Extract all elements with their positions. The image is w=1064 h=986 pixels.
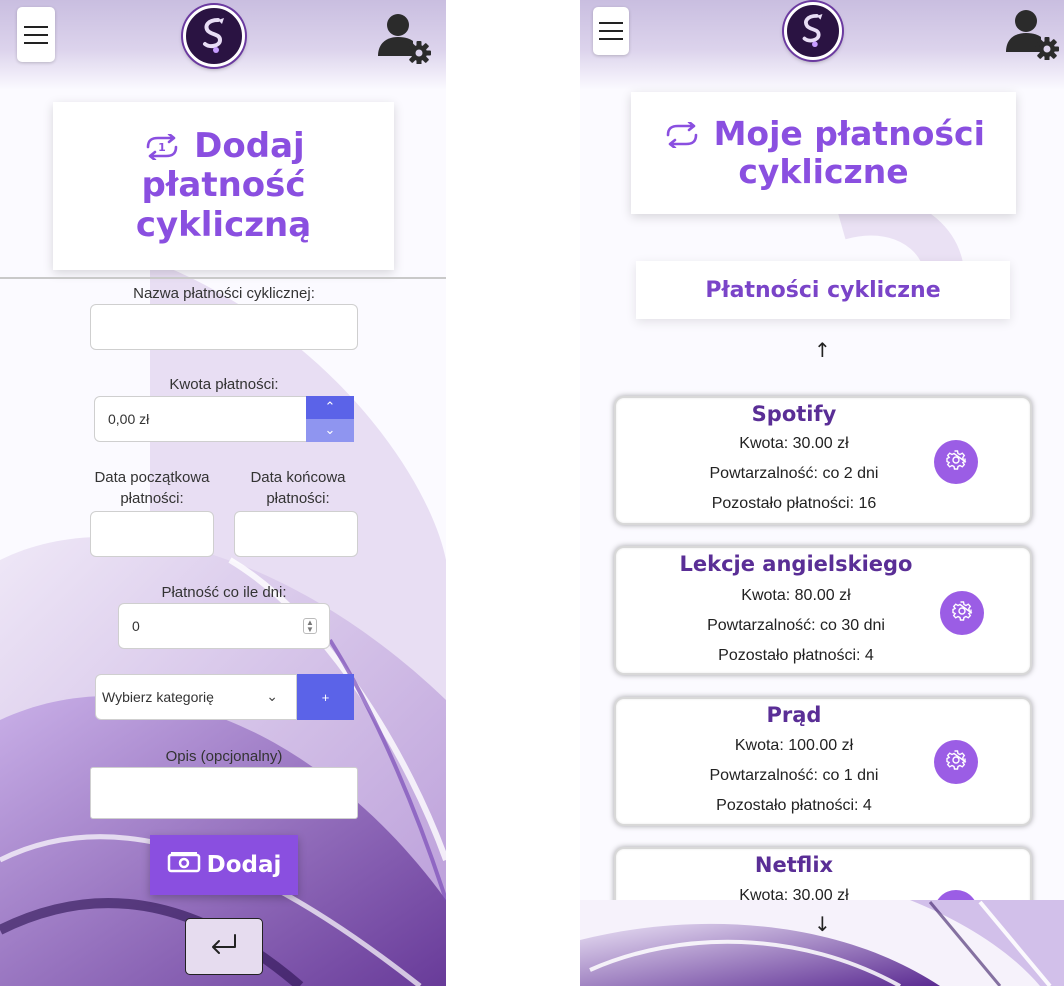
end-date-label: Data końcowa płatności: [250, 469, 346, 507]
add-category-button[interactable]: + [297, 674, 354, 720]
repeat-once-icon: 1 [142, 126, 194, 166]
payments-list-screen: Moje płatności cykliczne Płatności cykli… [580, 0, 1064, 986]
start-date-label: Data początkowa płatności: [94, 469, 210, 507]
page-title: Moje płatności cykliczne [662, 114, 985, 192]
gear-icon [945, 449, 967, 475]
name-label: Nazwa płatności cyklicznej: [133, 285, 315, 302]
category-select[interactable]: Wybierz kategorię ⌄ [95, 674, 297, 720]
start-date-input[interactable] [90, 511, 214, 557]
payment-name: Spotify [751, 402, 837, 426]
interval-input[interactable]: 0 ▲ ▼ [118, 603, 330, 649]
payment-card[interactable]: Prąd Kwota: 100.00 zł Powtarzalność: co … [614, 697, 1032, 826]
description-label: Opis (opcjonalny) [165, 748, 283, 765]
payment-card[interactable]: Lekcje angielskiego Kwota: 80.00 zł Powt… [614, 546, 1032, 675]
payment-settings-button[interactable] [934, 740, 978, 784]
user-settings-icon[interactable] [1004, 4, 1060, 61]
payment-amount: Kwota: 80.00 zł [741, 587, 851, 604]
repeat-icon [662, 114, 714, 153]
return-arrow-icon [207, 933, 241, 961]
payment-name-input[interactable] [90, 304, 358, 350]
payment-settings-button[interactable] [940, 591, 984, 635]
payment-repeat: Powtarzalność: co 2 dni [709, 465, 879, 482]
page-title-card: 1 Dodaj płatność cykliczną [53, 102, 394, 270]
number-spinner-icon[interactable]: ▲ ▼ [303, 618, 317, 634]
payment-repeat: Powtarzalność: co 30 dni [707, 617, 885, 634]
interval-label: Płatność co ile dni: [161, 584, 287, 601]
add-payment-screen: 1 Dodaj płatność cykliczną Nazwa płatnoś… [0, 0, 446, 986]
scroll-up-arrow[interactable]: ↑ [814, 338, 831, 362]
payment-repeat: Powtarzalność: co 1 dni [709, 767, 879, 784]
hamburger-menu-icon[interactable] [17, 7, 55, 62]
submit-button[interactable]: Dodaj [150, 835, 298, 895]
divider [0, 277, 446, 279]
hamburger-menu-icon[interactable] [593, 7, 629, 55]
amount-label: Kwota płatności: [169, 376, 279, 393]
payment-amount: Kwota: 100.00 zł [734, 737, 854, 754]
payment-name: Lekcje angielskiego [679, 552, 913, 576]
dragon-logo-icon[interactable] [183, 5, 245, 67]
section-title: Płatności cykliczne [636, 261, 1010, 319]
payment-name: Prąd [766, 703, 822, 727]
chevron-up-icon: ⌃ [324, 400, 336, 415]
payment-remaining: Pozostało płatności: 4 [716, 797, 872, 814]
payment-remaining: Pozostało płatności: 4 [718, 647, 874, 664]
page-title: 1 Dodaj płatność cykliczną [135, 125, 312, 245]
back-button[interactable] [185, 918, 263, 975]
user-settings-icon[interactable] [376, 8, 432, 65]
payment-amount: Kwota: 30.00 zł [739, 435, 849, 452]
description-textarea[interactable] [90, 767, 358, 819]
svg-text:1: 1 [158, 141, 166, 154]
end-date-input[interactable] [234, 511, 358, 557]
page-title-card: Moje płatności cykliczne [631, 92, 1016, 214]
payment-remaining: Pozostało płatności: 16 [711, 495, 877, 512]
amount-increment-button[interactable]: ⌃ [306, 396, 354, 419]
payment-settings-button[interactable] [934, 440, 978, 484]
dragon-logo-icon[interactable] [784, 2, 842, 60]
amount-decrement-button[interactable]: ⌄ [306, 419, 354, 442]
payment-card[interactable]: Spotify Kwota: 30.00 zł Powtarzalność: c… [614, 396, 1032, 525]
money-icon [167, 851, 201, 879]
chevron-down-icon: ⌄ [324, 423, 336, 438]
payment-name: Netflix [754, 853, 834, 877]
gear-icon [945, 749, 967, 775]
chevron-down-icon: ⌄ [266, 688, 278, 704]
scroll-down-arrow[interactable]: ↓ [814, 912, 831, 936]
gear-icon [951, 600, 973, 626]
